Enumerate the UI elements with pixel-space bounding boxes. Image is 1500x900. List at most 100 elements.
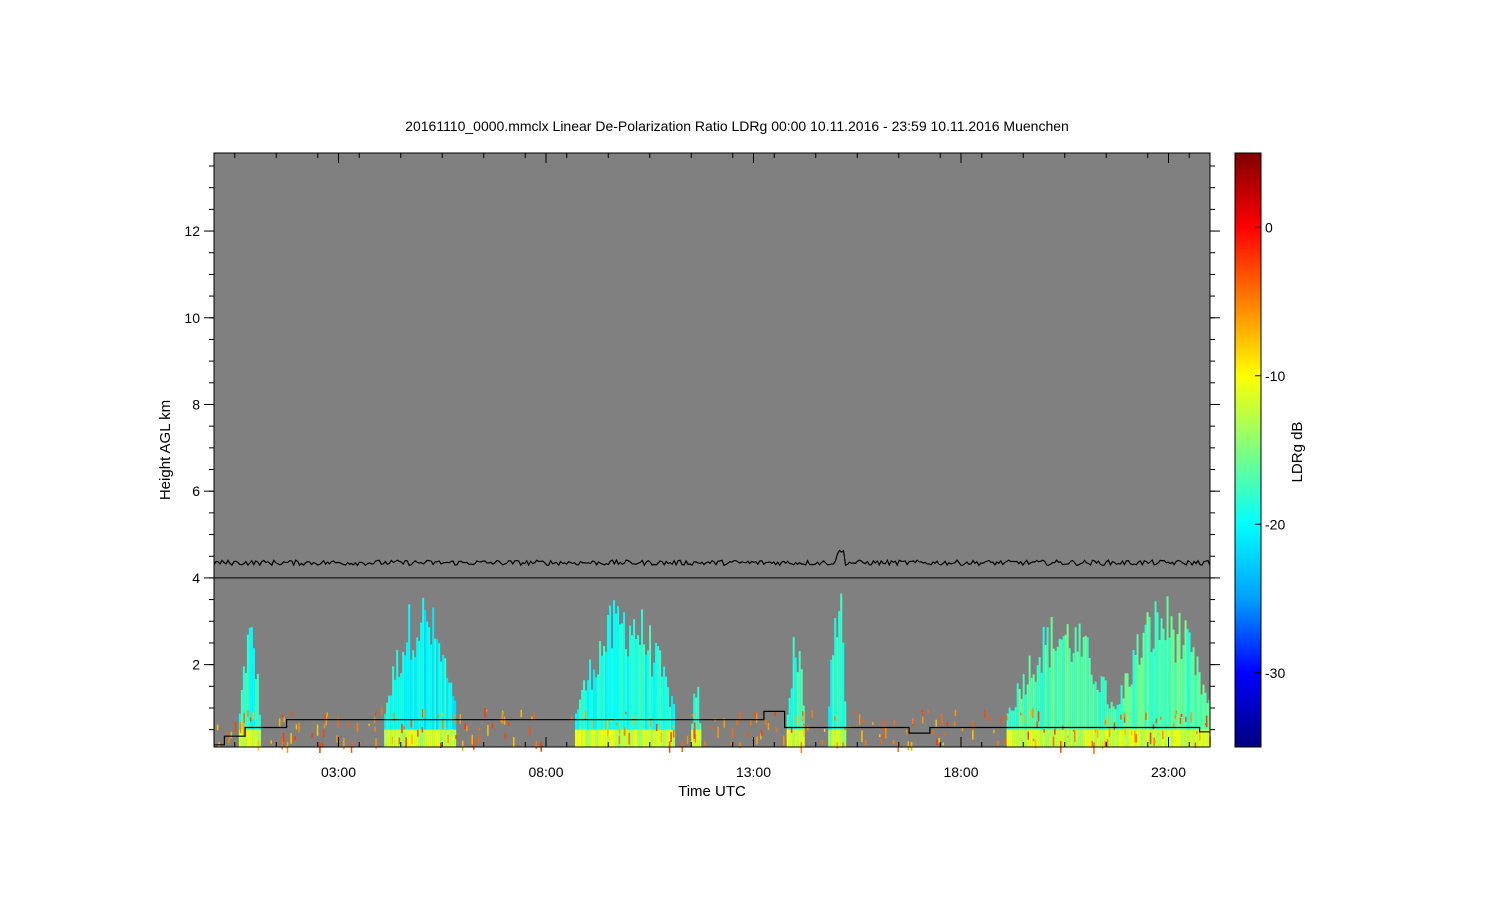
speckle (461, 740, 464, 752)
surface-echo (633, 729, 636, 747)
cloud-streak (635, 639, 638, 741)
speckle (464, 723, 466, 730)
speckle (892, 740, 895, 745)
surface-echo (1192, 729, 1195, 747)
speckle (672, 729, 675, 738)
speckle (711, 726, 714, 730)
speckle (692, 713, 694, 717)
cloud-streak (601, 655, 604, 741)
cloud-streak (424, 609, 427, 741)
cloud-streak (252, 648, 255, 741)
cloud-streak (430, 644, 433, 741)
speckle (535, 741, 538, 750)
surface-echo (844, 729, 847, 747)
surface-echo (699, 729, 702, 747)
speckle (1190, 712, 1193, 723)
cloud-streak (1060, 639, 1063, 741)
speckle (1185, 716, 1187, 723)
speckle (282, 732, 285, 742)
surface-echo (1120, 729, 1123, 747)
surface-echo (579, 729, 582, 747)
surface-echo (615, 729, 618, 747)
surface-echo (798, 729, 801, 747)
surface-echo (1174, 729, 1177, 747)
cloud-streak (1146, 612, 1149, 741)
speckle (936, 739, 938, 746)
speckle (885, 727, 887, 739)
speckle (380, 708, 383, 715)
speckle (937, 734, 940, 737)
speckle (591, 719, 593, 729)
surface-echo (595, 729, 598, 747)
cloud-streak (1056, 646, 1059, 741)
x-tick-label: 23:00 (1151, 764, 1186, 780)
surface-echo (1032, 729, 1035, 747)
speckle (1155, 718, 1158, 724)
surface-echo (663, 729, 666, 747)
speckle (1096, 729, 1099, 739)
surface-echo (254, 729, 257, 747)
surface-echo (639, 729, 642, 747)
speckle (1179, 717, 1182, 724)
speckle (247, 710, 249, 717)
surface-echo (1056, 729, 1059, 747)
cloud-streak (1180, 658, 1183, 741)
surface-echo (647, 729, 650, 747)
speckle (971, 721, 974, 730)
surface-echo (1088, 729, 1091, 747)
y-tick-label: 8 (192, 396, 200, 412)
cloud-streak (1062, 636, 1065, 741)
surface-echo (621, 729, 624, 747)
speckle (270, 740, 272, 744)
cloud-streak (438, 643, 441, 741)
cloud-streak (1182, 645, 1185, 741)
speckle (983, 709, 986, 718)
colorbar (1234, 152, 1262, 748)
speckle (405, 737, 407, 748)
cloud-streak (589, 659, 592, 741)
surface-echo (1016, 729, 1019, 747)
surface-echo (583, 729, 586, 747)
surface-echo (258, 729, 261, 747)
surface-echo (1078, 729, 1081, 747)
speckle (618, 727, 621, 734)
speckle (520, 709, 522, 718)
speckle (422, 708, 425, 718)
speckle (226, 731, 228, 735)
surface-echo (589, 729, 592, 747)
cloud-streak (619, 624, 622, 741)
speckle (655, 723, 658, 732)
cloud-streak (1174, 662, 1177, 741)
speckle (633, 716, 635, 725)
speckle (512, 736, 515, 747)
cloud-streak (1164, 640, 1167, 741)
speckle (756, 736, 758, 745)
speckle (283, 717, 285, 723)
speckle (672, 725, 674, 728)
speckle (615, 722, 618, 726)
speckle (880, 738, 882, 745)
cloud-streak (1160, 618, 1163, 741)
speckle (504, 732, 507, 740)
speckle (1067, 735, 1069, 739)
x-tick-label: 03:00 (321, 764, 356, 780)
speckle (811, 710, 813, 718)
cloud-streak (1188, 632, 1191, 741)
surface-echo (438, 729, 441, 747)
speckle (775, 727, 778, 732)
surface-echo (796, 729, 799, 747)
surface-echo (830, 729, 833, 747)
y-tick-label: 10 (184, 310, 200, 326)
cloud-streak (617, 606, 620, 741)
speckle (1204, 722, 1207, 726)
speckle (391, 736, 394, 744)
surface-echo (430, 729, 433, 747)
cloud-streak (647, 650, 650, 741)
speckle (972, 730, 974, 740)
surface-echo (250, 729, 253, 747)
cloud-streak (1058, 638, 1061, 741)
speckle (241, 721, 243, 730)
surface-echo (1128, 729, 1131, 747)
speckle (944, 732, 946, 736)
speckle (368, 723, 370, 726)
